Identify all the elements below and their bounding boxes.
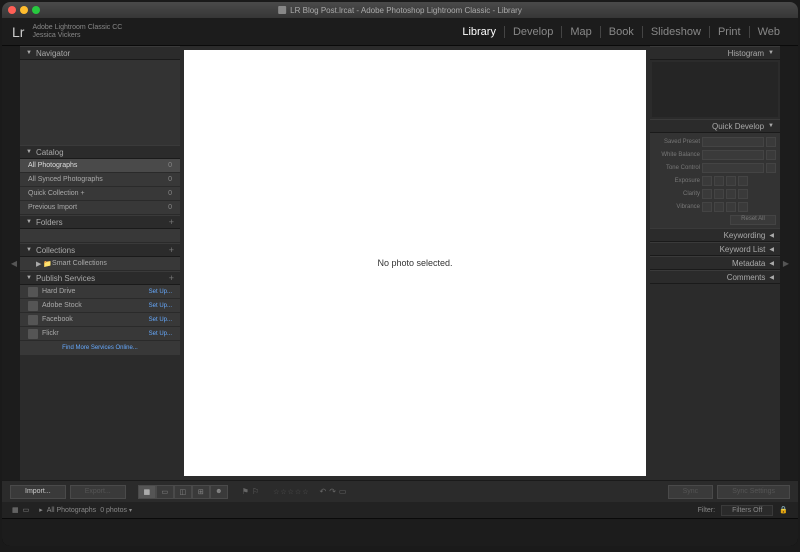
close-window-button[interactable] bbox=[8, 6, 16, 14]
navigator-preview[interactable] bbox=[20, 60, 180, 145]
module-picker: Library Develop Map Book Slideshow Print… bbox=[454, 26, 788, 38]
module-book[interactable]: Book bbox=[601, 26, 643, 38]
flag-reject-icon[interactable]: ⚐ bbox=[252, 487, 259, 496]
module-web[interactable]: Web bbox=[750, 26, 788, 38]
user-name: Jessica Vickers bbox=[32, 32, 122, 40]
sync-settings-button[interactable]: Sync Settings bbox=[717, 485, 790, 499]
minimize-window-button[interactable] bbox=[20, 6, 28, 14]
empty-state-text: No photo selected. bbox=[377, 258, 452, 268]
titlebar: LR Blog Post.lrcat - Adobe Photoshop Lig… bbox=[2, 2, 798, 18]
app-logo: Lr bbox=[12, 24, 24, 40]
keywording-header[interactable]: Keywording bbox=[650, 228, 780, 242]
hard-drive-icon bbox=[28, 287, 38, 297]
publish-flickr[interactable]: FlickrSet Up... bbox=[20, 327, 180, 341]
left-panel-toggle[interactable]: ◀ bbox=[8, 46, 20, 480]
document-icon bbox=[278, 6, 286, 14]
add-publish-icon: + bbox=[169, 273, 174, 283]
collections-header[interactable]: Collections+ bbox=[20, 243, 180, 257]
keyword-list-header[interactable]: Keyword List bbox=[650, 242, 780, 256]
main-canvas[interactable]: No photo selected. bbox=[184, 50, 646, 476]
flag-pick-icon[interactable]: ⚑ bbox=[242, 487, 249, 496]
comments-header[interactable]: Comments bbox=[650, 270, 780, 284]
module-print[interactable]: Print bbox=[710, 26, 750, 38]
metadata-header[interactable]: Metadata bbox=[650, 256, 780, 270]
export-button[interactable]: Export... bbox=[70, 485, 126, 499]
breadcrumb-menu-icon[interactable]: ▾ bbox=[129, 507, 132, 514]
catalog-header[interactable]: Catalog bbox=[20, 145, 180, 159]
add-folder-icon: + bbox=[169, 217, 174, 227]
qd-preset-select[interactable] bbox=[702, 137, 764, 147]
add-collection-icon: + bbox=[169, 245, 174, 255]
filter-bar: ▦ ▭ ▸ All Photographs 0 photos ▾ Filter:… bbox=[2, 502, 798, 518]
filter-lock-icon[interactable]: 🔒 bbox=[779, 506, 788, 514]
rotate-cw-icon[interactable]: ↷ bbox=[329, 487, 336, 496]
publish-hard-drive[interactable]: Hard DriveSet Up... bbox=[20, 285, 180, 299]
people-view-button[interactable]: ☻ bbox=[210, 485, 228, 499]
breadcrumb-icon: ▸ bbox=[39, 506, 43, 514]
module-slideshow[interactable]: Slideshow bbox=[643, 26, 710, 38]
survey-view-button[interactable]: ⊞ bbox=[192, 485, 210, 499]
filter-select[interactable]: Filters Off bbox=[721, 505, 773, 516]
module-map[interactable]: Map bbox=[562, 26, 600, 38]
breadcrumb-text[interactable]: All Photographs bbox=[47, 507, 96, 514]
secondary-display-icon[interactable]: ▭ bbox=[23, 506, 30, 514]
loupe-view-button[interactable]: ▭ bbox=[156, 485, 174, 499]
publish-adobe-stock[interactable]: Adobe StockSet Up... bbox=[20, 299, 180, 313]
filmstrip[interactable] bbox=[2, 518, 798, 546]
window-title: LR Blog Post.lrcat - Adobe Photoshop Lig… bbox=[290, 6, 522, 15]
histogram-display[interactable] bbox=[652, 62, 778, 117]
catalog-all-photographs[interactable]: All Photographs0 bbox=[20, 159, 180, 173]
folders-header[interactable]: Folders+ bbox=[20, 215, 180, 229]
catalog-synced[interactable]: All Synced Photographs0 bbox=[20, 173, 180, 187]
histogram-header[interactable]: Histogram bbox=[650, 46, 780, 60]
smart-collections[interactable]: ▶ 📁 Smart Collections bbox=[20, 257, 180, 271]
maximize-window-button[interactable] bbox=[32, 6, 40, 14]
facebook-icon bbox=[28, 315, 38, 325]
find-more-services-link[interactable]: Find More Services Online... bbox=[20, 341, 180, 355]
app-header: Lr Adobe Lightroom Classic CC Jessica Vi… bbox=[2, 18, 798, 46]
adobe-stock-icon bbox=[28, 301, 38, 311]
qd-reset-button[interactable]: Reset All bbox=[730, 215, 776, 225]
right-panel-toggle[interactable]: ▶ bbox=[780, 46, 792, 480]
rating-stars[interactable]: ☆☆☆☆☆ bbox=[273, 488, 309, 496]
folders-empty bbox=[20, 229, 180, 243]
publish-header[interactable]: Publish Services+ bbox=[20, 271, 180, 285]
import-button[interactable]: Import... bbox=[10, 485, 66, 499]
grid-toggle-icon[interactable]: ▦ bbox=[12, 506, 19, 514]
grid-view-button[interactable]: ▦ bbox=[138, 485, 156, 499]
sync-button[interactable]: Sync bbox=[668, 485, 714, 499]
catalog-quick-collection[interactable]: Quick Collection +0 bbox=[20, 187, 180, 201]
qd-wb-select[interactable] bbox=[702, 150, 764, 160]
product-name: Adobe Lightroom Classic CC bbox=[32, 24, 122, 32]
right-panel: Histogram Quick Develop Saved Preset Whi… bbox=[650, 46, 780, 480]
module-library[interactable]: Library bbox=[454, 26, 505, 38]
publish-facebook[interactable]: FacebookSet Up... bbox=[20, 313, 180, 327]
navigator-header[interactable]: Navigator bbox=[20, 46, 180, 60]
flickr-icon bbox=[28, 329, 38, 339]
left-panel: Navigator Catalog All Photographs0 All S… bbox=[20, 46, 180, 480]
catalog-previous-import[interactable]: Previous Import0 bbox=[20, 201, 180, 215]
thumbnail-size-icon[interactable]: ▭ bbox=[339, 487, 347, 496]
filter-label: Filter: bbox=[698, 507, 716, 514]
bottom-toolbar: Import... Export... ▦ ▭ ◫ ⊞ ☻ ⚑ ⚐ ☆☆☆☆☆ … bbox=[2, 480, 798, 502]
module-develop[interactable]: Develop bbox=[505, 26, 562, 38]
compare-view-button[interactable]: ◫ bbox=[174, 485, 192, 499]
photo-count: 0 photos bbox=[100, 507, 127, 514]
qd-tone-select[interactable] bbox=[702, 163, 764, 173]
rotate-ccw-icon[interactable]: ↶ bbox=[320, 487, 327, 496]
quick-develop-header[interactable]: Quick Develop bbox=[650, 119, 780, 133]
